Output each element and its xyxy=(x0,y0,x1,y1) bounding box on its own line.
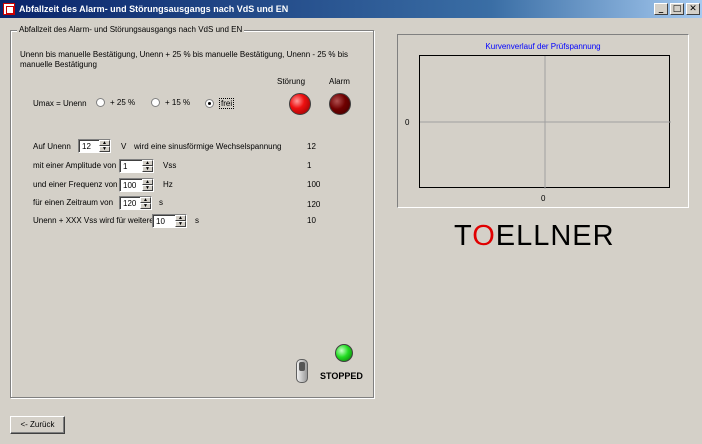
param-readout: 120 xyxy=(307,200,321,209)
test-description: Unenn bis manuelle Bestätigung, Unenn + … xyxy=(20,50,348,69)
param-unit: s xyxy=(195,216,199,225)
alarm-label: Alarm xyxy=(329,77,350,86)
back-button[interactable]: <- Zurück xyxy=(10,416,65,434)
stoerung-led xyxy=(289,93,311,115)
window-title: Abfallzeit des Alarm- und Störungsausgan… xyxy=(19,4,289,14)
param-prefix: für einen Zeitraum von xyxy=(33,198,114,207)
status-led xyxy=(335,344,353,362)
duration-spinbox[interactable]: 120 ▲ ▼ xyxy=(119,196,152,210)
frequency-spinbox[interactable]: 100 ▲ ▼ xyxy=(119,178,154,192)
toellner-logo: TOELLNER xyxy=(454,220,615,253)
voltage-chart-panel: Kurvenverlauf der Prüfspannung 0 0 xyxy=(397,34,689,208)
param-suffix: wird eine sinusförmige Wechselspannung xyxy=(134,142,282,151)
logo-part-accent: O xyxy=(472,220,496,252)
plot-area xyxy=(419,55,671,189)
x-axis-tick: 0 xyxy=(541,194,546,203)
spinbox-value: 1 xyxy=(123,162,128,171)
maximize-button[interactable]: □ xyxy=(670,3,684,15)
extra-time-spinbox[interactable]: 10 ▲ ▼ xyxy=(152,214,187,228)
start-stop-toggle[interactable] xyxy=(296,359,308,383)
group-legend: Abfallzeit des Alarm- und Störungsausgan… xyxy=(17,25,245,34)
spin-down-button[interactable]: ▼ xyxy=(142,185,153,191)
logo-part-1: T xyxy=(454,220,473,252)
param-unit: V xyxy=(121,142,127,151)
radio-frei-indicator[interactable] xyxy=(205,99,214,108)
spinbox-value: 120 xyxy=(123,199,137,208)
param-prefix: Unenn + XXX Vss wird für weitere xyxy=(33,216,154,225)
chart-title: Kurvenverlauf der Prüfspannung xyxy=(485,42,601,51)
umax-option-15[interactable]: + 15 % xyxy=(151,98,190,107)
unenn-spinbox[interactable]: 12 ▲ ▼ xyxy=(78,139,111,153)
radio-15-indicator[interactable] xyxy=(151,98,160,107)
param-prefix: und einer Frequenz von xyxy=(33,180,118,189)
param-unit: Vss xyxy=(163,161,177,170)
spinbox-value: 12 xyxy=(82,142,91,151)
param-prefix: Auf Unenn xyxy=(33,142,71,151)
alarm-led xyxy=(329,93,351,115)
spinbox-value: 10 xyxy=(156,217,165,226)
run-status-label: STOPPED xyxy=(320,371,363,381)
radio-frei-label: frei xyxy=(219,98,235,109)
spin-down-button[interactable]: ▼ xyxy=(175,221,186,227)
app-icon xyxy=(3,3,15,15)
close-button[interactable]: ✕ xyxy=(686,3,700,15)
spin-down-button[interactable]: ▼ xyxy=(99,146,110,152)
radio-25-indicator[interactable] xyxy=(96,98,105,107)
param-unit: s xyxy=(159,198,163,207)
param-readout: 12 xyxy=(307,142,316,151)
minimize-button[interactable]: _ xyxy=(654,3,668,15)
umax-label: Umax = Unenn xyxy=(33,99,87,108)
amplitude-spinbox[interactable]: 1 ▲ ▼ xyxy=(119,159,154,173)
param-prefix: mit einer Amplitude von xyxy=(33,161,117,170)
spin-down-button[interactable]: ▼ xyxy=(142,166,153,172)
plot-grid xyxy=(420,56,671,189)
stoerung-label: Störung xyxy=(277,77,306,86)
umax-option-frei[interactable]: frei xyxy=(205,98,235,109)
param-readout: 1 xyxy=(307,161,312,170)
spinbox-value: 100 xyxy=(123,181,137,190)
param-unit: Hz xyxy=(163,180,173,189)
logo-part-2: ELLNER xyxy=(495,220,615,252)
umax-option-25[interactable]: + 25 % xyxy=(96,98,135,107)
radio-15-label: + 15 % xyxy=(165,98,191,107)
spin-down-button[interactable]: ▼ xyxy=(140,203,151,209)
param-readout: 10 xyxy=(307,216,316,225)
y-axis-tick: 0 xyxy=(405,118,410,127)
param-readout: 100 xyxy=(307,180,321,189)
title-bar: Abfallzeit des Alarm- und Störungsausgan… xyxy=(0,0,702,18)
test-settings-group: Abfallzeit des Alarm- und Störungsausgan… xyxy=(10,25,374,398)
radio-25-label: + 25 % xyxy=(110,98,136,107)
